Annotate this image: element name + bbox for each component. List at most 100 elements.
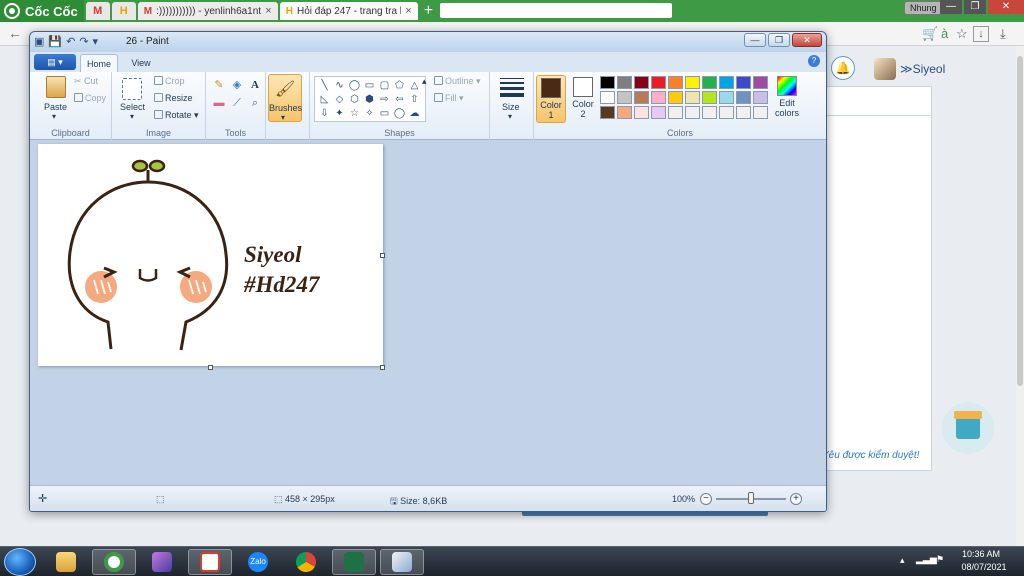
cut-button[interactable]: ✂ Cut: [74, 76, 98, 87]
chrome-icon[interactable]: [284, 549, 328, 575]
start-button[interactable]: [4, 548, 36, 576]
size-button[interactable]: Size: [502, 102, 520, 112]
tab-view[interactable]: View: [122, 54, 160, 72]
palette-swatch[interactable]: [651, 76, 666, 89]
palette-swatch[interactable]: [736, 76, 751, 89]
down-arrow-icon[interactable]: ⇩: [317, 107, 332, 121]
paint-close-button[interactable]: ✕: [792, 33, 822, 47]
palette-swatch[interactable]: [600, 106, 615, 119]
magnifier-icon[interactable]: ⌕: [248, 96, 262, 110]
diamond-icon[interactable]: ◇: [332, 93, 347, 107]
callout-oval-icon[interactable]: ◯: [392, 107, 407, 121]
tab-hoidap[interactable]: H Hỏi đáp 247 - trang tra lời ×: [279, 2, 418, 20]
palette-swatch[interactable]: [702, 106, 717, 119]
username[interactable]: ≫Siyeol: [900, 62, 945, 76]
signal-icon[interactable]: ▂▃▅: [916, 554, 937, 565]
file-explorer-icon[interactable]: [44, 549, 88, 575]
resize-handle-bottom[interactable]: [208, 365, 213, 370]
palette-swatch[interactable]: [651, 106, 666, 119]
resize-button[interactable]: Resize: [154, 93, 193, 103]
color1-button[interactable]: Color 1: [536, 75, 566, 123]
outline-button[interactable]: Outline ▾: [434, 76, 481, 87]
palette-swatch[interactable]: [719, 91, 734, 104]
zalo-icon[interactable]: Zalo: [236, 549, 280, 575]
brushes-button[interactable]: 🖌 Brushes ▾: [268, 74, 302, 122]
hd247-icon[interactable]: [188, 549, 232, 575]
callout-cloud-icon[interactable]: ☁: [407, 107, 422, 121]
select-dropdown-icon[interactable]: ▾: [130, 112, 134, 121]
paste-icon[interactable]: [46, 76, 66, 98]
download-icon[interactable]: ↓: [973, 26, 989, 42]
shapes-scroll-icon[interactable]: ▴: [422, 76, 427, 87]
cart-icon[interactable]: 🛒: [922, 26, 938, 42]
palette-swatch[interactable]: [719, 76, 734, 89]
file-menu-button[interactable]: ▤ ▾: [34, 54, 76, 70]
curve-icon[interactable]: ∿: [332, 79, 347, 93]
star-icon[interactable]: ☆: [956, 26, 968, 42]
polygon-icon[interactable]: ⬠: [392, 79, 407, 93]
palette-swatch[interactable]: [685, 91, 700, 104]
close-tab-icon[interactable]: ×: [265, 5, 271, 17]
download-arrow-icon[interactable]: ⤓: [1000, 26, 1006, 42]
paint-maximize-button[interactable]: ❐: [768, 33, 790, 47]
tray-expand-icon[interactable]: ▴: [900, 555, 905, 566]
eraser-icon[interactable]: ▬: [212, 96, 226, 110]
palette-swatch[interactable]: [685, 106, 700, 119]
close-tab-icon[interactable]: ×: [405, 5, 411, 17]
tab-home[interactable]: Home: [80, 54, 118, 72]
text-icon[interactable]: A: [248, 78, 262, 92]
translate-icon[interactable]: à: [941, 26, 948, 41]
resize-handle-right[interactable]: [380, 253, 385, 258]
size-icon[interactable]: [500, 78, 524, 97]
gift-button[interactable]: [942, 402, 994, 454]
palette-swatch[interactable]: [685, 76, 700, 89]
color2-button[interactable]: Color 2: [568, 75, 598, 123]
zoom-in-button[interactable]: +: [790, 493, 802, 505]
canvas-area[interactable]: Siyeol #Hd247: [30, 140, 826, 485]
fill-icon[interactable]: ◈: [230, 78, 244, 92]
palette-swatch[interactable]: [600, 91, 615, 104]
palette-swatch[interactable]: [702, 91, 717, 104]
paste-button[interactable]: Paste: [44, 102, 67, 112]
six-point-star-icon[interactable]: ✧: [362, 107, 377, 121]
palette-swatch[interactable]: [668, 106, 683, 119]
rotate-button[interactable]: Rotate ▾: [154, 110, 199, 121]
palette-swatch[interactable]: [634, 91, 649, 104]
paste-dropdown-icon[interactable]: ▾: [52, 112, 56, 121]
right-triangle-icon[interactable]: ◺: [317, 93, 332, 107]
palette-swatch[interactable]: [736, 91, 751, 104]
palette-swatch[interactable]: [753, 91, 768, 104]
palette-swatch[interactable]: [634, 76, 649, 89]
scrollbar-thumb[interactable]: [1017, 56, 1023, 386]
coccoc-icon[interactable]: [92, 549, 136, 575]
palette-swatch[interactable]: [651, 91, 666, 104]
customize-qat-icon[interactable]: ▾: [93, 35, 99, 48]
oval-icon[interactable]: ◯: [347, 79, 362, 93]
close-button[interactable]: ✕: [988, 0, 1024, 14]
line-icon[interactable]: ╲: [317, 79, 332, 93]
avatar[interactable]: [874, 58, 896, 80]
select-button[interactable]: Select: [120, 102, 145, 112]
minimize-button[interactable]: —: [940, 0, 962, 14]
rectangle-icon[interactable]: ▭: [362, 79, 377, 93]
copy-button[interactable]: Copy: [74, 93, 106, 103]
tab-gmail-pinned[interactable]: M: [85, 2, 110, 20]
pencil-icon[interactable]: ✎: [212, 78, 226, 92]
resize-handle-corner[interactable]: [380, 365, 385, 370]
palette-swatch[interactable]: [736, 106, 751, 119]
drawing-canvas[interactable]: Siyeol #Hd247: [38, 144, 383, 366]
help-icon[interactable]: ?: [808, 55, 820, 67]
zoom-out-button[interactable]: −: [700, 493, 712, 505]
palette-swatch[interactable]: [617, 76, 632, 89]
triangle-icon[interactable]: △: [407, 79, 422, 93]
palette-swatch[interactable]: [719, 106, 734, 119]
paint-menu-icon[interactable]: ▣: [34, 35, 44, 48]
left-arrow-icon[interactable]: ⇦: [392, 93, 407, 107]
save-icon[interactable]: 💾: [48, 35, 62, 48]
page-scrollbar[interactable]: [1016, 46, 1024, 546]
palette-swatch[interactable]: [617, 106, 632, 119]
game-icon[interactable]: [140, 549, 184, 575]
palette-swatch[interactable]: [617, 91, 632, 104]
coccoc-logo[interactable]: Cốc Cốc: [0, 0, 84, 22]
right-arrow-icon[interactable]: ⇨: [377, 93, 392, 107]
